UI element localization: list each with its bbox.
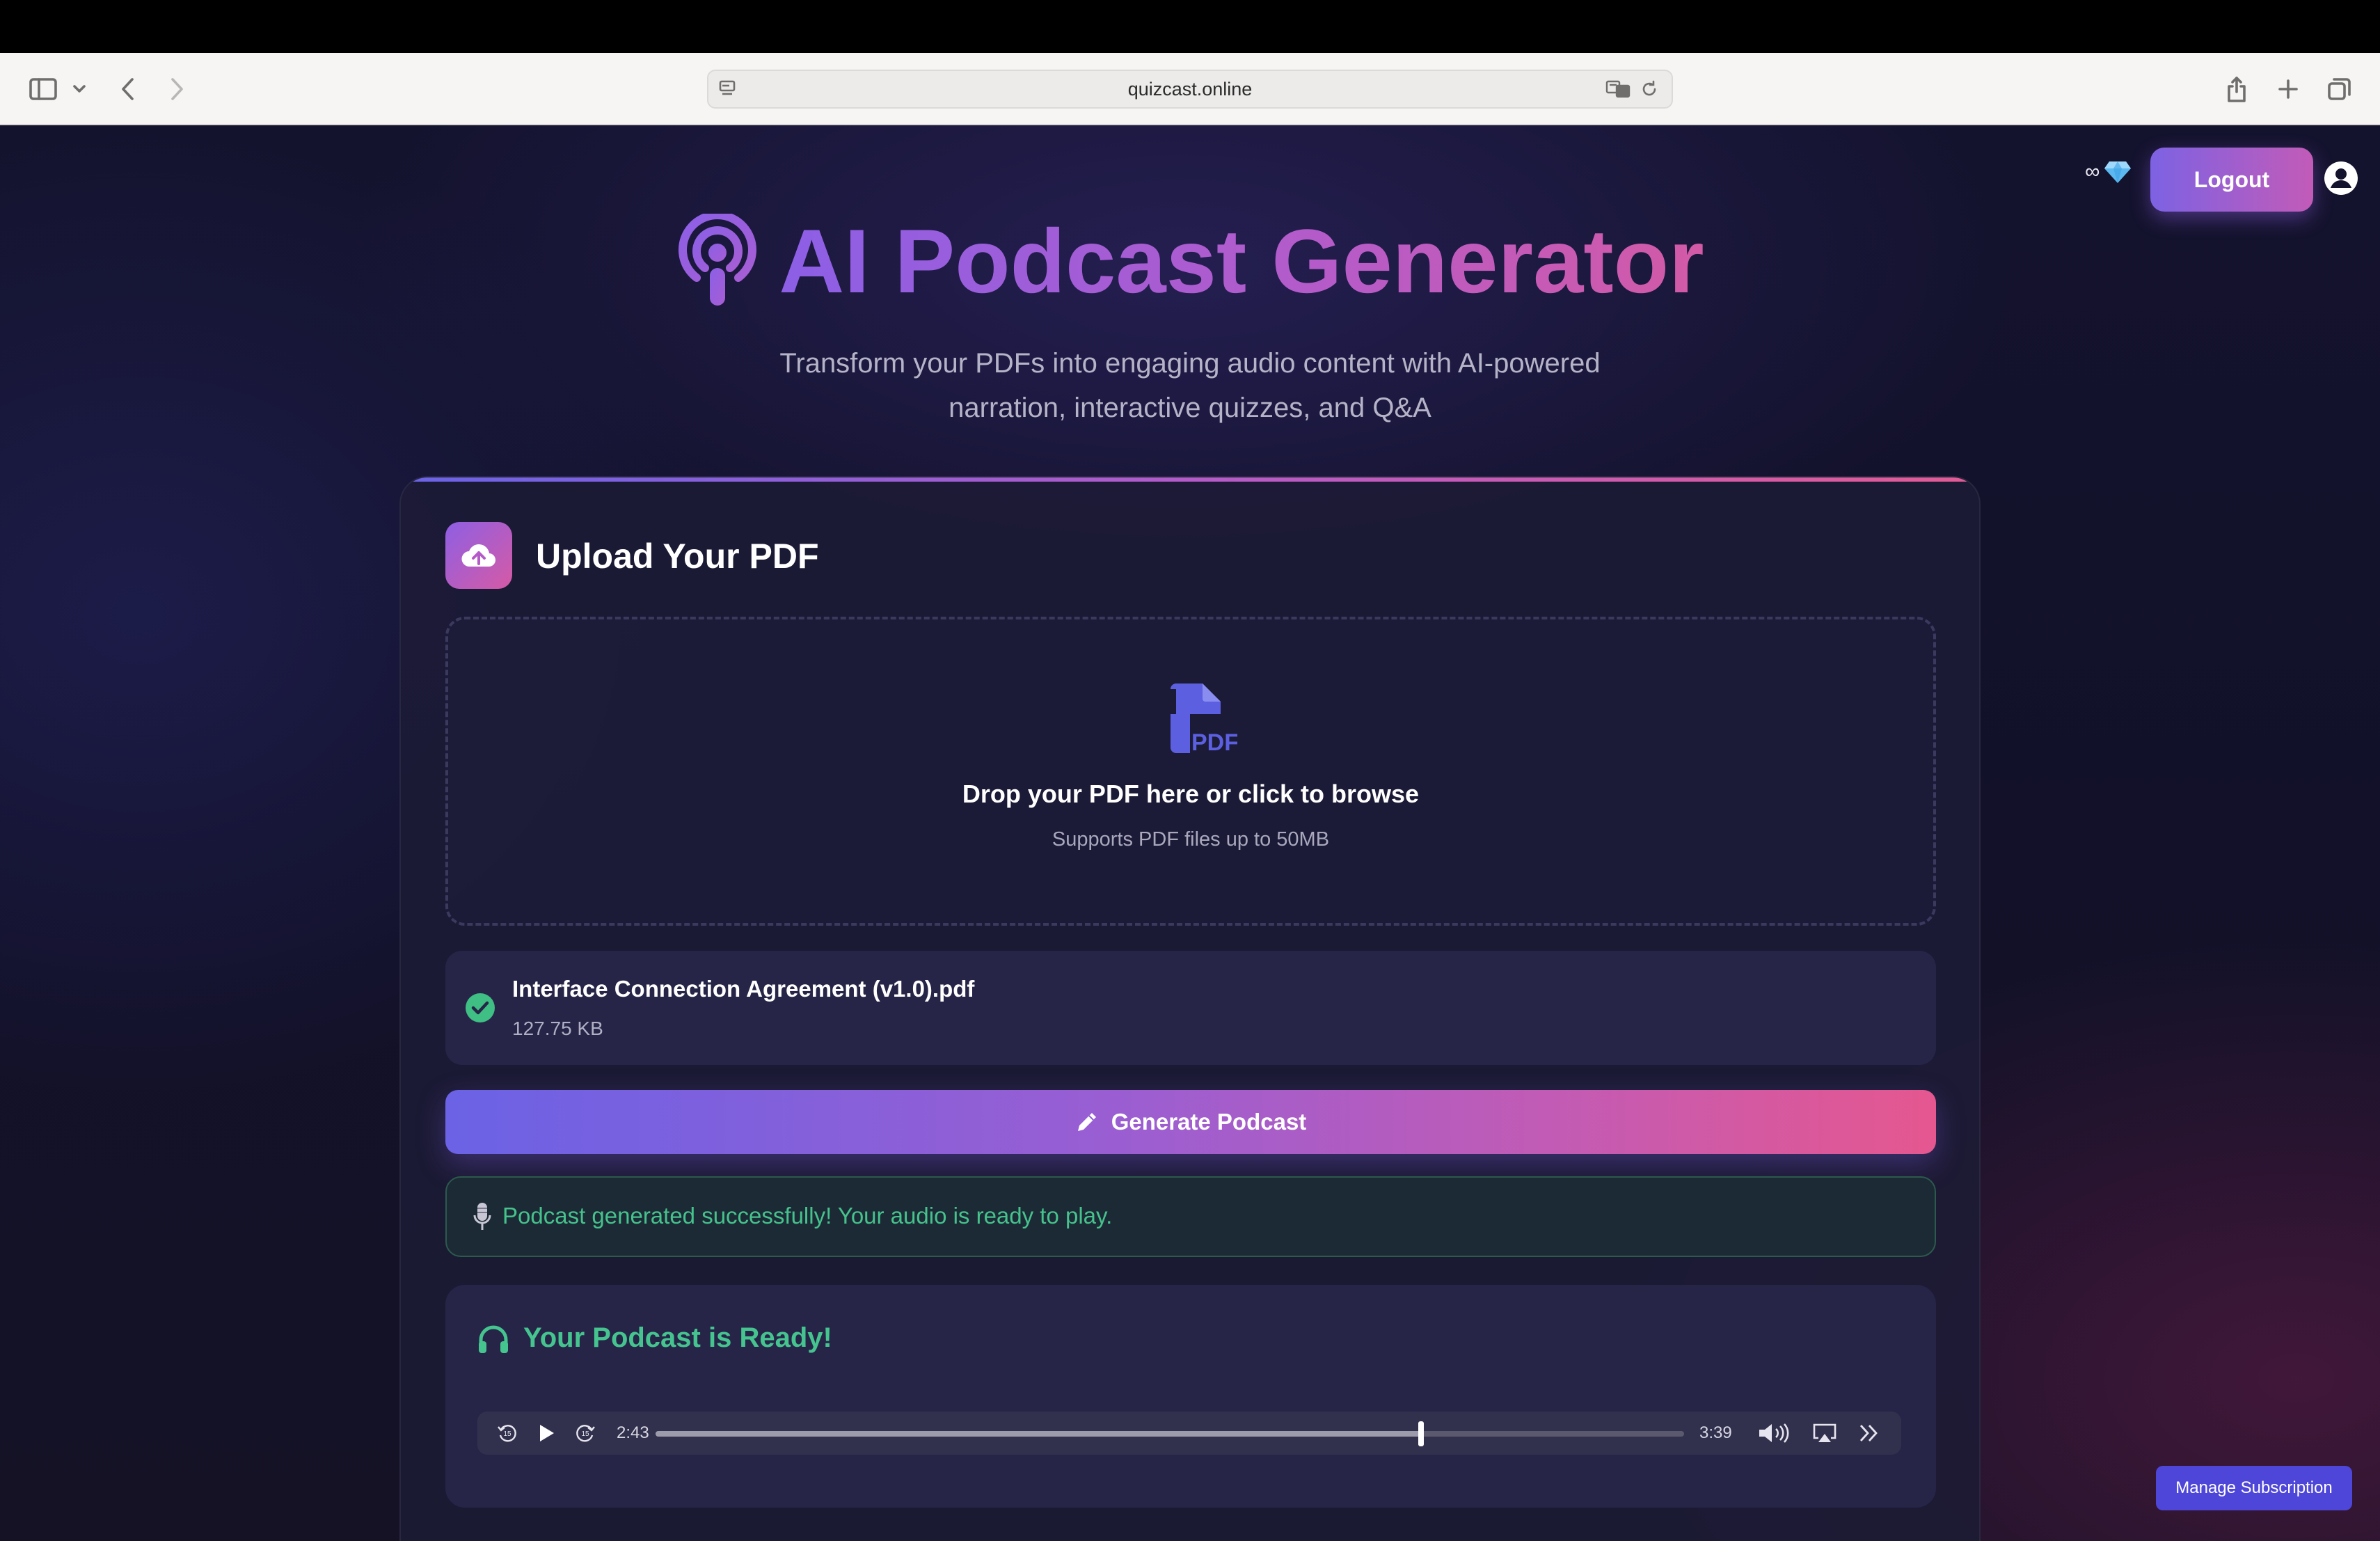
selected-file: Interface Connection Agreement (v1.0).pd…: [445, 951, 1936, 1065]
microphone-icon: [473, 1203, 491, 1230]
tab-overview-icon[interactable]: [2326, 72, 2354, 106]
menu-bar-strip: [0, 0, 2380, 53]
hero-header: AI Podcast Generator: [0, 209, 2380, 313]
page-subtitle: Transform your PDFs into engaging audio …: [779, 348, 1601, 423]
cloud-upload-icon: [445, 522, 512, 589]
progress-slider[interactable]: [656, 1421, 1684, 1446]
back-icon[interactable]: [116, 72, 141, 106]
browser-toolbar: quizcast.online: [0, 53, 2380, 125]
reload-icon[interactable]: [1640, 79, 1660, 100]
file-size: 127.75 KB: [512, 1018, 603, 1039]
progress-fill: [656, 1431, 1421, 1437]
dropzone-hint: Supports PDF files up to 50MB: [1052, 828, 1330, 851]
volume-icon[interactable]: [1756, 1412, 1791, 1455]
playback-speed-icon[interactable]: [1855, 1412, 1883, 1455]
headphones-icon: [479, 1325, 508, 1353]
user-avatar-icon[interactable]: [2323, 160, 2359, 196]
duration: 3:39: [1699, 1423, 1732, 1442]
airplay-icon[interactable]: [1811, 1412, 1839, 1455]
skip-forward-seconds: 15: [581, 1430, 589, 1438]
pdf-file-icon: PDF: [1171, 683, 1237, 756]
audio-player: 15 15 2:43 3:39: [477, 1412, 1901, 1455]
dropzone-text: Drop your PDF here or click to browse: [962, 780, 1420, 808]
page-title: AI Podcast Generator: [779, 210, 1704, 312]
podcast-ready-title: Your Podcast is Ready!: [523, 1322, 832, 1353]
address-bar[interactable]: quizcast.online: [707, 70, 1673, 109]
success-alert: Podcast generated successfully! Your aud…: [445, 1176, 1936, 1257]
manage-subscription-button[interactable]: Manage Subscription: [2156, 1466, 2352, 1510]
skip-back-icon[interactable]: 15: [495, 1412, 519, 1455]
sidebar-toggle-icon[interactable]: [26, 72, 60, 106]
upload-title: Upload Your PDF: [536, 537, 819, 576]
skip-back-seconds: 15: [503, 1430, 511, 1438]
credits-value: ∞: [2085, 160, 2100, 183]
card-accent-line: [401, 477, 1979, 482]
podcast-player-card: Your Podcast is Ready! 15 15 2:43 3:39: [445, 1285, 1936, 1508]
forward-icon[interactable]: [164, 72, 189, 106]
file-name: Interface Connection Agreement (v1.0).pd…: [512, 976, 975, 1002]
upload-card: Upload Your PDF PDF Drop your PDF here o…: [399, 476, 1981, 1541]
chevron-down-icon[interactable]: [70, 72, 89, 106]
pencil-icon: [1077, 1113, 1096, 1131]
page: ∞ Logout AI Podcast Generator Transform …: [0, 125, 2380, 1541]
credits-indicator: ∞: [2085, 160, 2132, 184]
url-text: quizcast.online: [1127, 79, 1253, 100]
skip-forward-icon[interactable]: 15: [573, 1412, 597, 1455]
progress-thumb[interactable]: [1418, 1421, 1424, 1446]
new-tab-icon[interactable]: [2274, 72, 2302, 106]
gem-icon: [2104, 161, 2132, 183]
success-message: Podcast generated successfully! Your aud…: [502, 1203, 1113, 1228]
share-icon[interactable]: [2223, 72, 2251, 106]
translate-icon[interactable]: [1605, 78, 1634, 102]
check-circle-icon: [466, 993, 495, 1022]
pdf-badge-text: PDF: [1191, 729, 1237, 756]
logout-button[interactable]: Logout: [2150, 148, 2313, 212]
current-time: 2:43: [617, 1423, 649, 1442]
pdf-dropzone[interactable]: PDF Drop your PDF here or click to brows…: [445, 617, 1936, 926]
podcast-icon: [679, 214, 757, 306]
play-icon[interactable]: [534, 1412, 558, 1455]
generate-podcast-label: Generate Podcast: [1111, 1109, 1307, 1135]
generate-podcast-button[interactable]: Generate Podcast: [445, 1090, 1936, 1154]
